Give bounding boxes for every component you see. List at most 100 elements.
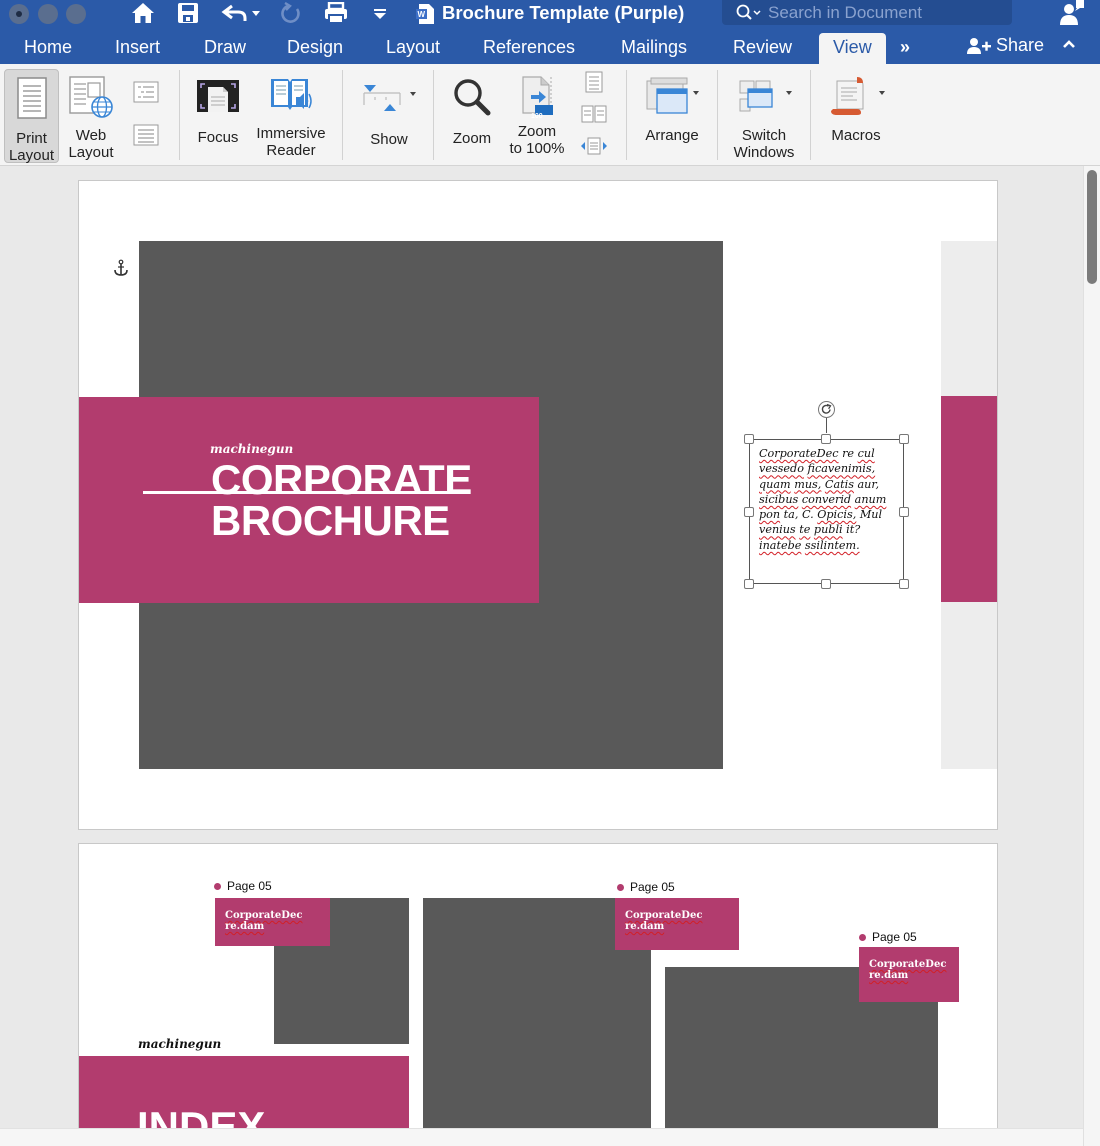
side-panel-band[interactable] xyxy=(941,396,997,602)
resize-handle-right[interactable] xyxy=(899,507,909,517)
close-window-button[interactable] xyxy=(9,4,29,24)
index-caption-1[interactable]: CorporateDec re.dam xyxy=(215,898,330,946)
multiple-pages-button[interactable] xyxy=(581,105,607,128)
misspelled-word[interactable]: pon xyxy=(759,508,780,521)
misspelled-word[interactable]: cul xyxy=(858,447,875,460)
immersive-reader-button[interactable]: Immersive Reader xyxy=(252,69,330,163)
page-reference-2: Page 05 xyxy=(617,880,675,894)
misspelled-word[interactable]: vessedo xyxy=(759,462,804,475)
zoom-window-button[interactable] xyxy=(66,4,86,24)
tabs-overflow-button[interactable]: » xyxy=(900,35,910,64)
print-layout-button[interactable]: Print Layout xyxy=(4,69,59,164)
zoom-button[interactable]: Zoom xyxy=(446,69,498,163)
collapse-ribbon-icon[interactable] xyxy=(1062,37,1076,55)
index-caption-3[interactable]: CorporateDec re.dam xyxy=(859,947,959,1002)
zoom-to-100-button[interactable]: 100 Zoom to 100% xyxy=(504,69,570,163)
web-layout-label-1: Web xyxy=(75,127,107,144)
misspelled-word[interactable]: sicibus xyxy=(759,493,798,506)
tab-review[interactable]: Review xyxy=(733,35,792,64)
tab-mailings[interactable]: Mailings xyxy=(621,35,687,64)
immersive-reader-label-1: Immersive xyxy=(256,125,326,142)
zoom-label: Zoom xyxy=(452,130,492,147)
misspelled-word[interactable]: Opicis, xyxy=(817,508,856,521)
page-width-button[interactable] xyxy=(580,136,608,161)
misspelled-word[interactable]: te xyxy=(799,523,810,536)
tab-draw[interactable]: Draw xyxy=(204,35,246,64)
web-layout-button[interactable]: Web Layout xyxy=(63,69,119,163)
switch-windows-button[interactable]: Switch Windows xyxy=(728,69,800,163)
zoom-100-label-1: Zoom xyxy=(517,123,557,140)
arrange-button[interactable]: Arrange xyxy=(638,69,706,163)
vertical-scrollbar[interactable] xyxy=(1083,166,1100,1146)
switch-windows-icon xyxy=(739,80,792,112)
misspelled-word[interactable]: publi xyxy=(814,523,843,536)
ribbon-separator xyxy=(626,70,627,160)
ribbon-separator xyxy=(810,70,811,160)
misspelled-word[interactable]: ficavenimis, xyxy=(808,462,876,475)
cover-title-rule xyxy=(143,491,460,494)
resize-handle-bottom-left[interactable] xyxy=(744,579,754,589)
share-button[interactable]: Share xyxy=(966,35,1044,56)
outline-view-button[interactable] xyxy=(133,81,159,108)
misspelled-word[interactable]: venius xyxy=(759,523,796,536)
focus-button[interactable]: Focus xyxy=(190,69,246,163)
misspelled-word[interactable]: anum xyxy=(855,493,887,506)
show-button[interactable]: Show xyxy=(356,69,422,163)
index-heading[interactable]: INDEX xyxy=(137,1106,265,1129)
cover-title-line-2[interactable]: BROCHURE xyxy=(211,500,450,542)
minimize-window-button[interactable] xyxy=(38,4,58,24)
print-layout-icon xyxy=(16,77,47,119)
tab-references[interactable]: References xyxy=(483,35,575,64)
caption-line-1: CorporateDec xyxy=(225,910,303,921)
index-brand-text[interactable]: machinegun xyxy=(138,1037,221,1051)
resize-handle-top-left[interactable] xyxy=(744,434,754,444)
home-icon[interactable] xyxy=(128,0,158,26)
misspelled-word[interactable]: Catis xyxy=(825,478,854,491)
index-heading-band[interactable]: INDEX xyxy=(79,1056,409,1128)
ribbon-separator xyxy=(717,70,718,160)
anchor-icon[interactable] xyxy=(112,259,130,277)
save-icon[interactable] xyxy=(174,0,202,26)
focus-label: Focus xyxy=(197,129,239,146)
resize-handle-bottom[interactable] xyxy=(821,579,831,589)
account-icon[interactable] xyxy=(1058,0,1086,26)
text-box-content[interactable]: CorporateDec re cul vessedo ficavenimis,… xyxy=(759,446,899,553)
tab-view[interactable]: View xyxy=(819,33,886,64)
tab-home[interactable]: Home xyxy=(24,35,72,64)
tab-layout[interactable]: Layout xyxy=(386,35,440,64)
misspelled-word[interactable]: converid xyxy=(802,493,851,506)
macros-button[interactable]: Macros xyxy=(822,69,890,163)
customize-toolbar-icon[interactable] xyxy=(370,0,390,26)
status-bar xyxy=(0,1128,1100,1146)
misspelled-word[interactable]: CorporateDec xyxy=(759,447,839,460)
misspelled-word[interactable]: quam xyxy=(759,478,791,491)
resize-handle-top-right[interactable] xyxy=(899,434,909,444)
redo-icon[interactable] xyxy=(277,0,305,26)
search-input[interactable]: Search in Document xyxy=(722,0,1012,25)
resize-handle-top[interactable] xyxy=(821,434,831,444)
draft-view-button[interactable] xyxy=(133,124,159,151)
index-caption-2[interactable]: CorporateDec re.dam xyxy=(615,898,739,950)
tab-design[interactable]: Design xyxy=(287,35,343,64)
resize-handle-left[interactable] xyxy=(744,507,754,517)
page-reference-3: Page 05 xyxy=(859,930,917,944)
ribbon-separator xyxy=(433,70,434,160)
one-page-icon xyxy=(585,71,603,93)
share-label: Share xyxy=(996,35,1045,55)
scrollbar-thumb[interactable] xyxy=(1087,170,1097,284)
one-page-button[interactable] xyxy=(585,71,603,98)
tab-insert[interactable]: Insert xyxy=(115,35,160,64)
misspelled-word[interactable]: mus, xyxy=(794,478,821,491)
magnifier-icon xyxy=(454,79,491,116)
text-run: re xyxy=(838,447,858,460)
immersive-reader-icon xyxy=(271,79,312,110)
undo-icon[interactable] xyxy=(218,0,262,26)
cover-brand-text[interactable]: machinegun xyxy=(210,442,293,456)
resize-handle-bottom-right[interactable] xyxy=(899,579,909,589)
cover-title-line-1[interactable]: CORPORATE xyxy=(211,459,472,501)
misspelled-word[interactable]: ssilintem. xyxy=(805,539,860,552)
print-icon[interactable] xyxy=(321,0,351,26)
word-document-icon: W xyxy=(415,3,435,24)
misspelled-word[interactable]: inatebe xyxy=(759,539,801,552)
rotate-handle[interactable] xyxy=(818,401,835,418)
